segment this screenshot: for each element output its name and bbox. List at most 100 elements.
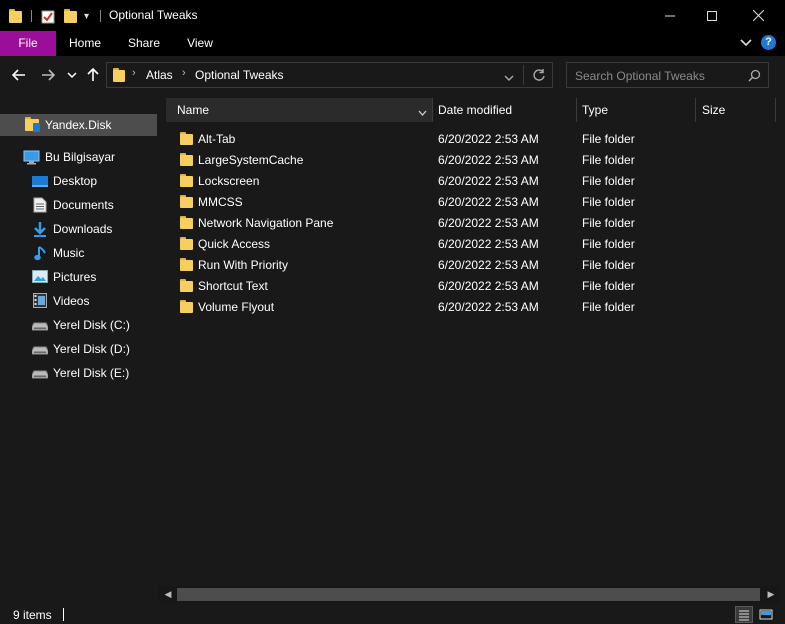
list-item[interactable]: Lockscreen 6/20/2022 2:53 AM File folder	[174, 170, 774, 191]
sidebar-item-desktop[interactable]: Desktop	[0, 170, 157, 192]
help-icon[interactable]: ?	[761, 35, 776, 50]
column-header-date-modified[interactable]: Date modified	[438, 98, 512, 122]
file-date: 6/20/2022 2:53 AM	[438, 195, 539, 209]
folder-icon	[180, 153, 193, 166]
column-divider[interactable]	[775, 98, 776, 122]
refresh-icon	[533, 69, 545, 81]
list-item[interactable]: LargeSystemCache 6/20/2022 2:53 AM File …	[174, 149, 774, 170]
file-name: Alt-Tab	[198, 132, 236, 146]
folder-icon	[180, 216, 193, 229]
sidebar-item-label: Bu Bilgisayar	[45, 150, 116, 164]
forward-button[interactable]	[38, 65, 58, 85]
search-icon	[748, 69, 761, 85]
column-divider[interactable]	[432, 98, 433, 122]
sidebar-item-documents[interactable]: Documents	[0, 194, 157, 216]
list-item[interactable]: Alt-Tab 6/20/2022 2:53 AM File folder	[174, 128, 774, 149]
sidebar-item-drive-c[interactable]: Yerel Disk (C:)	[0, 314, 157, 336]
sidebar-item-label: Music	[53, 246, 85, 260]
details-view-button[interactable]	[735, 606, 753, 623]
chevron-right-icon[interactable]: ›	[132, 67, 136, 79]
sidebar-item-pictures[interactable]: Pictures	[0, 266, 157, 288]
file-name: Lockscreen	[198, 174, 260, 188]
column-header-name[interactable]: Name	[166, 98, 433, 122]
column-header-type[interactable]: Type	[582, 98, 608, 122]
navigation-bar: › Atlas › Optional Tweaks Search Optiona…	[0, 56, 785, 94]
customize-toolbar-icon[interactable]: ▾	[84, 7, 89, 25]
list-item[interactable]: Shortcut Text 6/20/2022 2:53 AM File fol…	[174, 275, 774, 296]
close-button[interactable]	[735, 0, 781, 31]
maximize-button[interactable]	[689, 0, 735, 31]
scroll-right-arrow-icon[interactable]: ▶	[764, 587, 778, 602]
search-input[interactable]: Search Optional Tweaks	[575, 69, 705, 83]
breadcrumb-optional-tweaks[interactable]: Optional Tweaks	[195, 68, 284, 82]
column-divider[interactable]	[576, 98, 577, 122]
tab-home[interactable]: Home	[61, 31, 109, 56]
address-bar[interactable]: › Atlas › Optional Tweaks	[106, 62, 553, 88]
up-arrow-icon	[87, 68, 99, 81]
file-type: File folder	[582, 279, 635, 293]
status-bar: 9 items	[0, 604, 785, 624]
sidebar-item-label: Videos	[53, 294, 90, 308]
column-filter-button[interactable]	[418, 106, 427, 120]
tab-file[interactable]: File	[0, 31, 56, 56]
file-type: File folder	[582, 153, 635, 167]
address-history-button[interactable]	[504, 71, 514, 85]
minimize-icon	[665, 15, 675, 16]
pictures-icon	[32, 270, 48, 286]
file-type: File folder	[582, 195, 635, 209]
sidebar-item-drive-d[interactable]: Yerel Disk (D:)	[0, 338, 157, 360]
refresh-button[interactable]	[532, 68, 546, 85]
properties-icon[interactable]	[41, 7, 55, 25]
sidebar-item-yandex-disk[interactable]: Yandex.Disk	[0, 114, 157, 136]
horizontal-scrollbar[interactable]: ◀ ▶	[158, 586, 780, 603]
sidebar-item-label: Downloads	[53, 222, 113, 236]
expand-ribbon-icon[interactable]	[740, 36, 752, 51]
sidebar-item-music[interactable]: Music	[0, 242, 157, 264]
file-date: 6/20/2022 2:53 AM	[438, 153, 539, 167]
back-arrow-icon	[12, 69, 25, 81]
navigation-pane: Yandex.Disk Bu Bilgisayar Desktop Docume…	[0, 94, 157, 604]
tab-view[interactable]: View	[176, 31, 224, 56]
column-header-size[interactable]: Size	[702, 98, 725, 122]
computer-icon	[23, 150, 40, 166]
sidebar-item-drive-e[interactable]: Yerel Disk (E:)	[0, 362, 157, 384]
sidebar-item-this-pc[interactable]: Bu Bilgisayar	[0, 146, 157, 168]
list-item[interactable]: Quick Access 6/20/2022 2:53 AM File fold…	[174, 233, 774, 254]
list-item[interactable]: Network Navigation Pane 6/20/2022 2:53 A…	[174, 212, 774, 233]
folder-icon	[113, 68, 125, 82]
forward-arrow-icon	[42, 69, 55, 81]
breadcrumb-atlas[interactable]: Atlas	[146, 68, 173, 82]
recent-locations-button[interactable]	[62, 65, 82, 85]
tab-share[interactable]: Share	[120, 31, 168, 56]
search-box[interactable]: Search Optional Tweaks	[566, 62, 769, 88]
folder-icon	[180, 258, 193, 271]
file-type: File folder	[582, 237, 635, 251]
new-folder-icon[interactable]	[64, 7, 77, 25]
scroll-left-arrow-icon[interactable]: ◀	[161, 587, 175, 602]
file-type: File folder	[582, 132, 635, 146]
file-name: Network Navigation Pane	[198, 216, 334, 230]
scrollbar-thumb[interactable]	[177, 588, 760, 601]
folder-icon	[180, 279, 193, 292]
list-item[interactable]: Volume Flyout 6/20/2022 2:53 AM File fol…	[174, 296, 774, 317]
list-item[interactable]: Run With Priority 6/20/2022 2:53 AM File…	[174, 254, 774, 275]
file-type: File folder	[582, 258, 635, 272]
minimize-button[interactable]	[647, 0, 693, 31]
file-date: 6/20/2022 2:53 AM	[438, 132, 539, 146]
yandex-disk-icon	[25, 117, 41, 133]
separator	[523, 65, 524, 85]
file-name: Volume Flyout	[198, 300, 275, 314]
sidebar-item-label: Yerel Disk (D:)	[53, 342, 130, 356]
file-type: File folder	[582, 300, 635, 314]
sidebar-item-downloads[interactable]: Downloads	[0, 218, 157, 240]
chevron-right-icon[interactable]: ›	[182, 67, 186, 79]
drive-icon	[31, 344, 49, 360]
sidebar-item-videos[interactable]: Videos	[0, 290, 157, 312]
column-divider[interactable]	[695, 98, 696, 122]
folder-icon	[180, 300, 193, 313]
large-icons-view-button[interactable]	[757, 606, 775, 623]
up-button[interactable]	[83, 65, 103, 85]
chevron-down-icon	[418, 110, 427, 116]
back-button[interactable]	[9, 65, 29, 85]
list-item[interactable]: MMCSS 6/20/2022 2:53 AM File folder	[174, 191, 774, 212]
